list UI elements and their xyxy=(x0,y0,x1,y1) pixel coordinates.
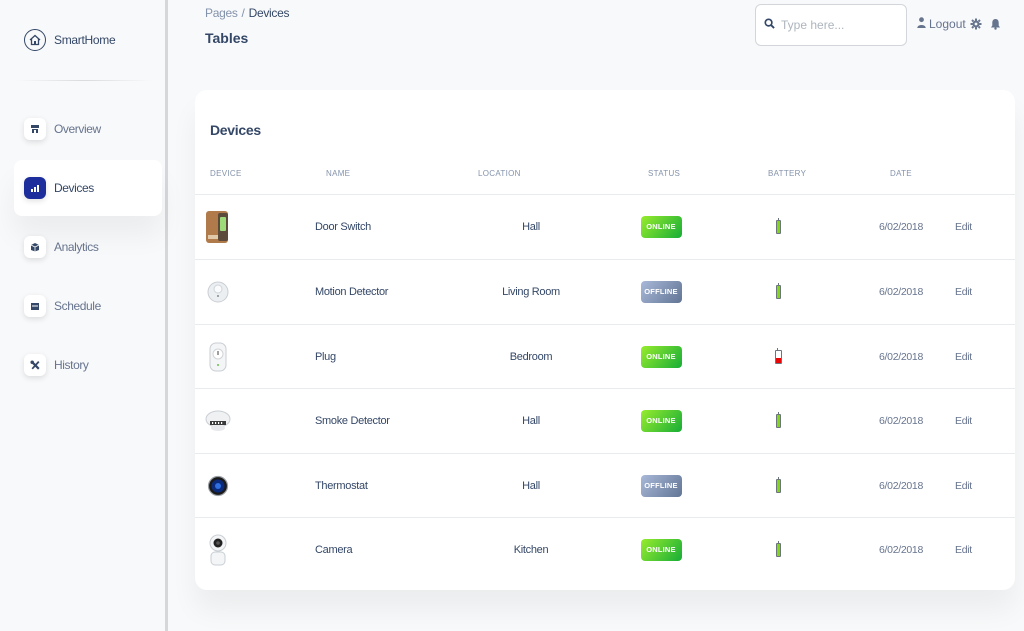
status-badge: OFFLINE xyxy=(640,281,682,303)
column-header-date: Date xyxy=(890,169,912,178)
calendar-icon xyxy=(24,295,46,317)
sidebar-item-label: History xyxy=(54,358,89,372)
table-row: Thermostat Hall OFFLINE 6/02/2018 Edit xyxy=(195,454,1015,518)
box-icon xyxy=(24,236,46,258)
battery-icon xyxy=(775,412,781,428)
edit-link[interactable]: Edit xyxy=(955,325,972,389)
status-badge: ONLINE xyxy=(640,216,682,238)
camera-image xyxy=(205,518,231,582)
device-location: Bedroom xyxy=(509,350,553,363)
search-input[interactable] xyxy=(781,18,901,32)
brand[interactable]: SmartHome xyxy=(24,24,116,56)
edit-link[interactable]: Edit xyxy=(955,195,972,259)
search-icon xyxy=(764,16,775,34)
column-header-status: Status xyxy=(648,169,681,178)
status-badge: ONLINE xyxy=(640,410,682,432)
table-row: Camera Kitchen ONLINE 6/02/2018 Edit xyxy=(195,518,1015,583)
motion-detector-image xyxy=(205,260,231,324)
device-date: 6/02/2018 xyxy=(879,350,924,363)
battery-icon xyxy=(775,476,781,493)
chart-icon xyxy=(24,177,46,199)
table-row: Motion Detector Living Room OFFLINE 6/02… xyxy=(195,260,1015,325)
device-name: Motion Detector xyxy=(315,286,389,298)
device-name: Plug xyxy=(315,350,336,363)
smoke-detector-image xyxy=(205,389,231,453)
device-date: 6/02/2018 xyxy=(879,415,924,427)
device-name: Thermostat xyxy=(315,479,368,492)
edit-link[interactable]: Edit xyxy=(955,260,972,324)
battery-icon xyxy=(775,283,781,299)
sidebar-item-overview[interactable]: Overview xyxy=(14,101,162,157)
page-title: Tables xyxy=(205,30,249,46)
device-date: 6/02/2018 xyxy=(879,544,924,556)
plug-image xyxy=(205,325,231,389)
sidebar-item-analytics[interactable]: Analytics xyxy=(14,219,162,275)
device-location: Kitchen xyxy=(513,544,549,556)
store-icon xyxy=(24,118,46,140)
status-badge: ONLINE xyxy=(640,539,682,561)
sidebar-item-history[interactable]: History xyxy=(14,337,162,393)
gear-icon[interactable] xyxy=(970,17,982,35)
sidebar-item-devices[interactable]: Devices xyxy=(14,160,162,216)
tools-icon xyxy=(24,354,46,376)
logout-button[interactable]: Logout xyxy=(917,17,966,31)
status-badge: ONLINE xyxy=(640,345,682,368)
edit-link[interactable]: Edit xyxy=(955,518,972,582)
device-location: Living Room xyxy=(502,286,560,298)
sidebar-item-label: Overview xyxy=(54,122,101,136)
sidebar-item-schedule[interactable]: Schedule xyxy=(14,278,162,334)
edit-link[interactable]: Edit xyxy=(955,389,972,453)
breadcrumb: Pages / Devices xyxy=(205,6,289,20)
battery-low-icon xyxy=(774,347,782,364)
breadcrumb-current: Devices xyxy=(248,6,290,20)
column-header-name: Name xyxy=(326,169,351,178)
column-header-device: Device xyxy=(210,169,242,178)
device-name: Door Switch xyxy=(315,221,371,233)
status-badge: OFFLINE xyxy=(640,474,682,497)
table-row: Door Switch Hall ONLINE 6/02/2018 Edit xyxy=(195,195,1015,260)
device-date: 6/02/2018 xyxy=(879,221,924,233)
breadcrumb-separator: / xyxy=(241,6,245,20)
card-title: Devices xyxy=(210,122,261,138)
breadcrumb-root[interactable]: Pages xyxy=(205,6,238,20)
table-row: Plug Bedroom ONLINE 6/02/2018 Edit xyxy=(195,325,1015,389)
battery-icon xyxy=(775,218,781,234)
devices-card: Devices Device Name Location Status Batt… xyxy=(195,90,1015,590)
table-row: Smoke Detector Hall ONLINE 6/02/2018 Edi… xyxy=(195,389,1015,454)
search-box[interactable] xyxy=(755,4,907,46)
user-icon xyxy=(917,17,926,31)
thermostat-image xyxy=(205,454,231,518)
device-name: Smoke Detector xyxy=(315,415,390,427)
edit-link[interactable]: Edit xyxy=(955,454,972,518)
home-logo-icon xyxy=(24,29,46,51)
device-name: Camera xyxy=(315,544,353,556)
device-date: 6/02/2018 xyxy=(879,286,924,298)
column-header-location: Location xyxy=(478,169,521,178)
sidebar: SmartHome Overview Devices Analytics Sch… xyxy=(0,0,168,631)
sidebar-item-label: Schedule xyxy=(54,299,101,313)
device-date: 6/02/2018 xyxy=(879,479,924,492)
door-switch-image xyxy=(205,195,231,259)
bell-icon[interactable] xyxy=(990,17,1001,35)
device-location: Hall xyxy=(522,221,540,233)
device-location: Hall xyxy=(522,479,540,492)
sidebar-divider xyxy=(16,80,152,81)
sidebar-item-label: Devices xyxy=(54,181,94,195)
logout-label: Logout xyxy=(929,17,966,31)
brand-name: SmartHome xyxy=(54,33,116,47)
device-location: Hall xyxy=(522,415,540,427)
battery-icon xyxy=(775,541,781,557)
column-header-battery: Battery xyxy=(768,169,807,178)
sidebar-item-label: Analytics xyxy=(54,240,99,254)
